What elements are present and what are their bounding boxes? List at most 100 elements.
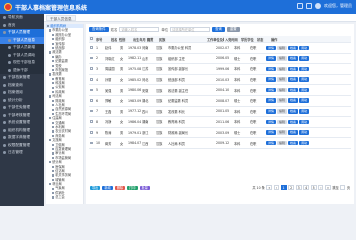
sidebar-item[interactable]: 组织机构管理 bbox=[0, 127, 44, 135]
settings-icon[interactable] bbox=[306, 3, 312, 9]
table-row[interactable]: 2 刘晓红女 1982.11 山东 汉族 组织部 主任 2006.05 硕士 在职 详情 编辑 档案调… bbox=[89, 54, 351, 65]
expand-toggle-icon[interactable] bbox=[49, 73, 52, 76]
sidebar-item[interactable]: 干部人员调动 bbox=[0, 51, 44, 59]
sidebar-item[interactable]: 干部考核管理 bbox=[0, 112, 44, 120]
sidebar-item[interactable]: 现任干部信息 bbox=[0, 59, 44, 67]
row-action-button[interactable]: 详情 bbox=[266, 56, 277, 61]
row-checkbox[interactable] bbox=[90, 77, 93, 81]
expand-toggle-icon[interactable] bbox=[52, 55, 55, 59]
sidebar-item[interactable]: 干部人员新增 bbox=[0, 44, 44, 52]
row-action-button[interactable]: 档案 bbox=[288, 130, 299, 135]
expand-toggle-icon[interactable] bbox=[52, 104, 55, 107]
row-checkbox[interactable] bbox=[90, 141, 93, 145]
row-action-button[interactable]: 档案 bbox=[288, 45, 299, 51]
row-action-button[interactable]: 档案 bbox=[288, 109, 299, 114]
row-action-button[interactable]: 详情 bbox=[266, 130, 277, 135]
sidebar-item[interactable]: 统计分析 bbox=[0, 97, 44, 105]
page-button[interactable]: « bbox=[266, 185, 273, 190]
table-row[interactable]: 8 冯静 女 1986.04 湖南 汉族 教育局 科员 2011.06 本科 在职 详情 编辑 档案 调动 bbox=[89, 117, 351, 128]
row-action-button[interactable]: 编辑 bbox=[277, 77, 288, 82]
expand-toggle-icon[interactable] bbox=[52, 169, 55, 173]
row-action-button[interactable]: 编辑 bbox=[277, 66, 288, 72]
expand-toggle-icon[interactable] bbox=[52, 178, 55, 181]
row-checkbox[interactable] bbox=[90, 56, 93, 60]
row-checkbox[interactable] bbox=[90, 130, 93, 134]
row-action-button[interactable]: 编辑 bbox=[277, 140, 288, 146]
sidebar-item[interactable]: 权限配置管理 bbox=[0, 142, 44, 150]
row-checkbox[interactable] bbox=[90, 109, 93, 113]
bulk-action-button[interactable]: 删除 bbox=[114, 185, 126, 191]
row-action-button[interactable]: 调动 bbox=[299, 45, 310, 51]
name-input[interactable]: 请输入姓名 bbox=[119, 27, 160, 32]
row-action-button[interactable]: 详情 bbox=[266, 98, 277, 104]
row-action-button[interactable]: 调动 bbox=[299, 140, 310, 146]
page-button[interactable]: › bbox=[318, 185, 324, 190]
sidebar-item[interactable]: 日志管理 bbox=[0, 149, 44, 157]
row-action-button[interactable]: 编辑 bbox=[277, 56, 288, 61]
expand-toggle-icon[interactable] bbox=[52, 148, 55, 151]
row-action-button[interactable]: 调动 bbox=[299, 77, 310, 82]
row-action-button[interactable]: 详情 bbox=[266, 45, 277, 51]
row-action-button[interactable]: 调动 bbox=[299, 56, 310, 61]
expand-toggle-icon[interactable] bbox=[52, 33, 55, 37]
table-row[interactable]: 7 王磊 男 1977.12 四川 汉族 发改委 科长 2001.05 本科 在职 详情 编辑 档案 调动 bbox=[89, 107, 351, 118]
expand-toggle-icon[interactable] bbox=[52, 77, 55, 80]
sidebar-item[interactable]: 档案借阅 bbox=[0, 89, 44, 97]
row-action-button[interactable]: 编辑 bbox=[277, 98, 288, 104]
row-action-button[interactable]: 编辑 bbox=[277, 109, 288, 114]
expand-toggle-icon[interactable] bbox=[52, 112, 55, 116]
table-row[interactable]: 10 蒋芳 女 1984.07 江西 汉族 人社局 科员 2009.12 本科 在职 详情 编辑 档案调… bbox=[89, 138, 351, 149]
expand-toggle-icon[interactable] bbox=[52, 38, 55, 41]
tab-cadre-info[interactable]: 干部人员信息 bbox=[46, 15, 76, 21]
row-checkbox[interactable] bbox=[90, 120, 93, 123]
row-action-button[interactable]: 档案 bbox=[288, 66, 299, 72]
expand-toggle-icon[interactable] bbox=[49, 51, 52, 54]
expand-toggle-icon[interactable] bbox=[52, 108, 55, 111]
expand-toggle-icon[interactable] bbox=[52, 156, 55, 159]
row-checkbox[interactable] bbox=[90, 46, 93, 49]
row-action-button[interactable]: 详情 bbox=[266, 119, 277, 125]
expand-toggle-icon[interactable] bbox=[47, 25, 50, 28]
table-row[interactable]: 3 周建国男 1975.08 江苏 汉族 宣传部 副部长 1999.06 本科 在职 详情 编辑 档案… bbox=[89, 64, 351, 75]
row-action-button[interactable]: 档案 bbox=[288, 119, 299, 125]
expand-toggle-icon[interactable] bbox=[52, 187, 55, 190]
page-button[interactable]: » bbox=[324, 185, 331, 190]
expand-toggle-icon[interactable] bbox=[49, 95, 52, 98]
row-action-button[interactable]: 调动 bbox=[299, 119, 310, 125]
bulk-action-button[interactable]: 新增 bbox=[102, 185, 113, 191]
search-button[interactable]: 查询 bbox=[212, 27, 225, 32]
sidebar-item[interactable]: 首页 bbox=[0, 22, 44, 30]
expand-toggle-icon[interactable] bbox=[52, 121, 55, 124]
row-action-button[interactable]: 调动 bbox=[299, 109, 310, 114]
sidebar-item[interactable]: 干部档案管理 bbox=[0, 74, 44, 82]
sidebar-item[interactable]: 干部人员管理 bbox=[0, 29, 44, 37]
table-row[interactable]: 1 赵伟 男 1978.03 河南 汉族 市委办公室 科员 2002.07 本科 在职 详情 编辑 档案… bbox=[89, 43, 351, 54]
row-action-button[interactable]: 详情 bbox=[266, 109, 277, 114]
table-row[interactable]: 6 郑敏 女 1983.09 湖北 汉族 纪委监委 科员 2008.07 硕士 在职 详情 编辑 档案调… bbox=[89, 96, 351, 107]
reset-button[interactable]: 重置 bbox=[226, 27, 240, 32]
row-action-button[interactable]: 调动 bbox=[299, 98, 310, 104]
expand-toggle-icon[interactable] bbox=[52, 130, 55, 133]
row-action-button[interactable]: 详情 bbox=[266, 140, 277, 146]
expand-toggle-icon[interactable] bbox=[52, 69, 55, 72]
table-row[interactable]: 4 孙丽 女 1985.02 河北 汉族 统战部 科员 2010.03 本科 在职 详情 编辑 档案 调动 bbox=[89, 75, 351, 86]
row-action-button[interactable]: 调动 bbox=[299, 66, 310, 72]
row-action-button[interactable]: 详情 bbox=[266, 66, 277, 72]
page-button[interactable]: 4 bbox=[303, 185, 310, 190]
expand-toggle-icon[interactable] bbox=[52, 64, 55, 67]
select-all-checkbox[interactable] bbox=[90, 37, 93, 40]
sidebar-item[interactable]: 数据字典管理 bbox=[0, 134, 44, 142]
sidebar-item[interactable]: 干部人员信息 bbox=[0, 36, 44, 44]
unit-select[interactable]: 请选择所在单位 bbox=[170, 27, 211, 32]
row-action-button[interactable]: 编辑 bbox=[277, 87, 288, 93]
page-button[interactable]: 1 bbox=[280, 185, 287, 190]
row-action-button[interactable]: 调动 bbox=[299, 130, 310, 135]
expand-toggle-icon[interactable] bbox=[52, 82, 55, 85]
expand-toggle-icon[interactable] bbox=[52, 47, 55, 50]
row-action-button[interactable]: 详情 bbox=[266, 77, 277, 82]
expand-toggle-icon[interactable] bbox=[52, 86, 55, 89]
expand-toggle-icon[interactable] bbox=[49, 161, 52, 164]
row-action-button[interactable]: 档案 bbox=[288, 77, 299, 82]
expand-toggle-icon[interactable] bbox=[49, 29, 52, 32]
row-action-button[interactable]: 编辑 bbox=[277, 45, 288, 51]
